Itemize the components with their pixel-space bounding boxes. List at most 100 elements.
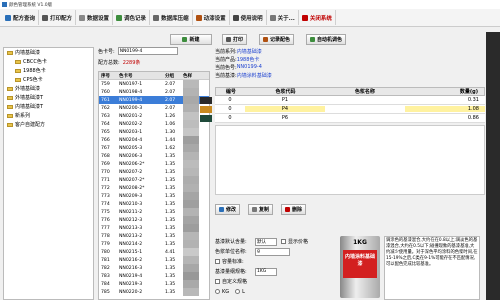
color-swatch <box>183 224 199 232</box>
unit-input[interactable]: g <box>255 247 290 256</box>
col-code: 色浆代码 <box>275 89 296 95</box>
toolbar-button-7[interactable]: 关于... <box>267 10 299 25</box>
table-row[interactable]: 765 NN0203-1 1.30 <box>99 128 209 136</box>
color-swatch <box>183 192 199 200</box>
action-button-6[interactable]: 自动机调色 <box>306 33 347 45</box>
table-row[interactable]: 777 NN0213-3 1.35 <box>99 224 209 232</box>
table-row[interactable]: 761 NN0199-4 2.07 <box>99 96 209 104</box>
table-row[interactable]: 771 NN0207-2* 1.35 <box>99 176 209 184</box>
table-cell: 1.35 <box>165 201 176 207</box>
table-cell: 1.35 <box>165 217 176 223</box>
recipe-row[interactable]: 0 P1 0.31 <box>215 96 485 105</box>
table-row[interactable]: 764 NN0202-2 1.06 <box>99 120 209 128</box>
table-cell: 777 <box>101 225 110 231</box>
action-button-5[interactable]: 记录配色 <box>259 33 295 45</box>
table-row[interactable]: 776 NN0212-3 1.35 <box>99 216 209 224</box>
toolbar-button-8[interactable]: 关闭系统 <box>299 10 336 25</box>
toolbar-button-6[interactable]: 使用说明 <box>230 10 267 25</box>
toolbar-icon-7 <box>269 14 276 21</box>
table-row[interactable]: 778 NN0213-2 1.35 <box>99 232 209 240</box>
table-row[interactable]: 767 NN0205-3 1.62 <box>99 144 209 152</box>
table-row[interactable]: 783 NN0219-4 1.35 <box>99 272 209 280</box>
tree-item[interactable]: 内墙基础漆T <box>4 102 93 111</box>
show-price-checkbox[interactable] <box>281 239 286 244</box>
new-button[interactable]: 新建 <box>170 33 212 45</box>
recipe-row[interactable]: 0 P6 0.86 <box>215 114 485 123</box>
toolbar-button-0[interactable]: 配方查询 <box>2 10 40 25</box>
unit-row: 色浆单位名称: g <box>215 247 345 256</box>
custom-checkbox[interactable] <box>215 279 220 284</box>
table-row[interactable]: 759 NN0197-1 2.07 <box>99 80 209 88</box>
tree-item[interactable]: CPS色卡 <box>4 75 93 84</box>
table-row[interactable]: 781 NN0216-2 1.35 <box>99 256 209 264</box>
tree-item[interactable]: 外墙基础漆 <box>4 84 93 93</box>
table-row[interactable]: 772 NN0208-2* 1.35 <box>99 184 209 192</box>
series-tree[interactable]: 内墙基础漆 CBCC色卡 1988色卡 CPS色卡 外墙基础漆 外墙基础漆T 内墙基础漆T 新… <box>3 47 94 300</box>
action-button-4[interactable]: 打印 <box>222 33 248 45</box>
search-input[interactable]: NN0199-4 <box>117 47 178 55</box>
l-radio[interactable] <box>235 289 241 294</box>
tree-item[interactable]: 1988色卡 <box>4 66 93 75</box>
table-cell: 1.35 <box>165 281 176 287</box>
app-icon <box>2 2 7 7</box>
table-row[interactable]: 785 NN0220-2 1.35 <box>99 288 209 296</box>
toolbar-button-1[interactable]: 打印配方 <box>39 10 77 25</box>
search-row: 色卡号: NN0199-4 <box>98 47 210 55</box>
table-cell: 775 <box>101 209 110 215</box>
tree-item[interactable]: 外墙基础漆T <box>4 93 93 102</box>
table-row[interactable]: 762 NN0200-3 2.07 <box>99 104 209 112</box>
table-row[interactable]: 768 NN0206-3 1.35 <box>99 152 209 160</box>
table-cell: 759 <box>101 81 110 87</box>
table-cell: NN0197-1 <box>119 81 143 87</box>
table-cell: NN0216-2 <box>119 257 143 263</box>
base-spec-select[interactable]: 1KG <box>255 267 277 276</box>
toolbar-button-3[interactable]: 调色记录 <box>113 10 151 25</box>
folder-icon <box>7 122 13 127</box>
total-value: 2289条 <box>122 59 141 66</box>
table-row[interactable]: 779 NN0214-2 1.35 <box>99 240 209 248</box>
table-row[interactable]: 774 NN0210-3 1.35 <box>99 200 209 208</box>
base-qty-select[interactable]: 默认 <box>255 237 277 246</box>
color-swatch <box>183 120 199 128</box>
table-row[interactable]: 769 NN0206-2* 1.35 <box>99 160 209 168</box>
tree-item[interactable]: 客户自建配方 <box>4 120 93 129</box>
table-cell: NN0210-3 <box>119 201 143 207</box>
color-swatch <box>183 112 199 120</box>
toolbar-button-2[interactable]: 数据设置 <box>76 10 114 25</box>
table-row[interactable]: 780 NN0215-1 4.41 <box>99 248 209 256</box>
table-row[interactable]: 760 NN0198-4 2.07 <box>99 88 209 96</box>
recipe-no: 0 <box>228 97 232 103</box>
action-bar-left: 新建 <box>170 32 216 46</box>
table-row[interactable]: 766 NN0204-4 1.44 <box>99 136 209 144</box>
filter-checkbox[interactable] <box>215 259 220 264</box>
table-cell: NN0214-2 <box>119 241 143 247</box>
table-row[interactable]: 770 NN0207-2 1.35 <box>99 168 209 176</box>
tree-item[interactable]: 内墙基础漆 <box>4 48 93 57</box>
action-icon-5 <box>263 36 269 42</box>
table-row[interactable]: 782 NN0216-3 1.35 <box>99 264 209 272</box>
table-row[interactable]: 784 NN0219-3 1.35 <box>99 280 209 288</box>
tree-item[interactable]: 新系列 <box>4 111 93 120</box>
toolbar-icon-0 <box>5 14 11 21</box>
copy-button[interactable]: 复制 <box>248 203 274 215</box>
filter-row: 容量标准: <box>215 257 345 266</box>
table-row[interactable]: 775 NN0211-2 1.35 <box>99 208 209 216</box>
folder-icon <box>7 50 13 55</box>
table-row[interactable]: 763 NN0201-2 1.26 <box>99 112 209 120</box>
tree-item[interactable]: CBCC色卡 <box>4 57 93 66</box>
action-icon-4 <box>226 36 231 42</box>
edit-button[interactable]: 修改 <box>215 203 241 215</box>
color-swatch <box>183 104 199 112</box>
toolbar-button-5[interactable]: 动漆设置 <box>193 10 230 25</box>
toolbar-button-4[interactable]: 数据库压缩 <box>150 10 193 25</box>
recipe-row[interactable]: 0 P4 1.08 <box>215 105 485 114</box>
delete-button[interactable]: 删除 <box>281 203 307 215</box>
color-table[interactable]: 序号 色卡号 分组 色样 759 NN0197-1 2.07 760 NN0198-4 2.07 7… <box>98 71 210 300</box>
table-cell: 1.35 <box>165 177 176 183</box>
table-cell: 1.35 <box>165 193 176 199</box>
kg-radio[interactable] <box>215 289 220 294</box>
table-row[interactable]: 773 NN0209-3 1.35 <box>99 192 209 200</box>
folder-icon <box>7 95 13 100</box>
recipe-code: P1 <box>281 97 289 103</box>
folder-icon <box>15 68 21 73</box>
